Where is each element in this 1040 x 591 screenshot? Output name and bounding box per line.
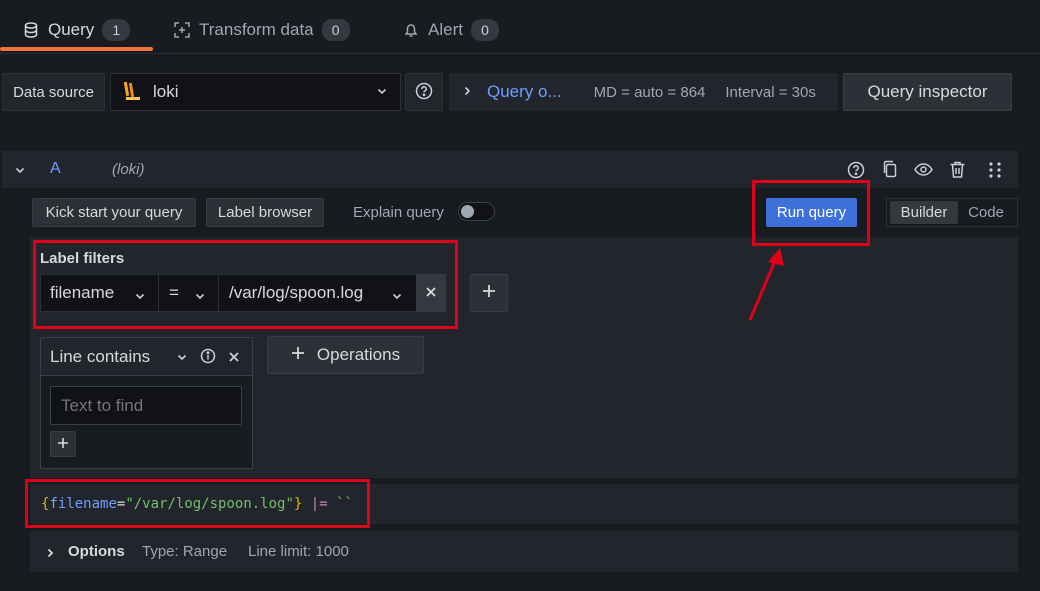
plus-icon xyxy=(57,436,69,453)
datasource-help-button[interactable] xyxy=(405,73,443,111)
tab-transform-count: 0 xyxy=(321,19,350,41)
tab-transform-data[interactable]: Transform data 0 xyxy=(173,10,350,50)
tab-transform-label: Transform data xyxy=(199,20,314,39)
query-options-md: MD = auto = 864 xyxy=(593,83,706,101)
tab-bar xyxy=(0,0,1040,54)
info-icon[interactable] xyxy=(200,348,216,367)
builder-mode-button[interactable]: Builder xyxy=(890,201,958,224)
annotation-box-run-query xyxy=(752,180,870,246)
add-operations-label: Operations xyxy=(316,345,401,364)
tab-alert-count: 0 xyxy=(470,19,499,41)
options-line-limit: Line limit: 1000 xyxy=(248,543,349,560)
explain-query-label: Explain query xyxy=(353,204,444,221)
tab-alert-label: Alert xyxy=(428,20,463,39)
tab-query[interactable]: Query 1 xyxy=(22,10,131,50)
add-operations-button[interactable]: Operations xyxy=(267,336,424,374)
options-type: Type: Range xyxy=(142,543,228,560)
tab-query-label: Query xyxy=(48,20,95,39)
duplicate-icon[interactable] xyxy=(881,160,899,179)
text-to-find-input[interactable] xyxy=(50,386,242,425)
chevron-down-icon[interactable] xyxy=(176,350,188,366)
add-filter-button[interactable] xyxy=(470,274,508,312)
datasource-picker[interactable]: loki xyxy=(110,73,401,111)
drag-handle-icon[interactable] xyxy=(988,161,1002,179)
toggle-knob xyxy=(461,205,474,218)
query-ref-id[interactable]: A xyxy=(50,160,61,178)
close-icon[interactable] xyxy=(228,350,240,366)
query-options-title: Query o... xyxy=(487,82,562,101)
annotation-box-query-preview xyxy=(25,479,370,528)
transform-icon xyxy=(173,21,191,39)
code-mode-button[interactable]: Code xyxy=(960,201,1012,224)
options-title[interactable]: Options xyxy=(68,543,125,560)
annotation-arrow xyxy=(748,248,784,321)
query-options-bar[interactable]: Query o... MD = auto = 864 Interval = 30… xyxy=(449,73,838,111)
tab-alert[interactable]: Alert 0 xyxy=(402,10,499,50)
plus-icon xyxy=(482,284,496,302)
label-browser-button[interactable]: Label browser xyxy=(206,198,324,227)
query-datasource-hint: (loki) xyxy=(112,161,145,178)
question-circle-icon xyxy=(415,82,433,103)
chevron-down-icon xyxy=(376,84,388,100)
database-icon xyxy=(22,21,40,39)
bell-icon xyxy=(402,21,420,39)
annotation-box-label-filters xyxy=(33,240,458,329)
help-icon[interactable] xyxy=(847,161,865,179)
chevron-right-icon[interactable] xyxy=(44,546,56,562)
collapse-chevron-icon[interactable] xyxy=(14,163,26,179)
add-param-button[interactable] xyxy=(50,431,76,457)
explain-query-toggle[interactable] xyxy=(458,202,495,221)
loki-logo-icon xyxy=(123,80,143,105)
tab-query-count: 1 xyxy=(102,19,131,41)
plus-icon xyxy=(291,345,305,365)
datasource-label: Data source xyxy=(2,73,105,111)
operation-title[interactable]: Line contains xyxy=(50,347,150,367)
kick-start-button[interactable]: Kick start your query xyxy=(32,198,196,227)
active-tab-indicator xyxy=(0,47,153,51)
datasource-value: loki xyxy=(153,82,179,101)
trash-icon[interactable] xyxy=(949,160,966,179)
query-inspector-button[interactable]: Query inspector xyxy=(843,73,1012,111)
chevron-right-icon xyxy=(461,84,473,100)
query-options-interval: Interval = 30s xyxy=(725,83,816,101)
eye-icon[interactable] xyxy=(914,162,933,177)
